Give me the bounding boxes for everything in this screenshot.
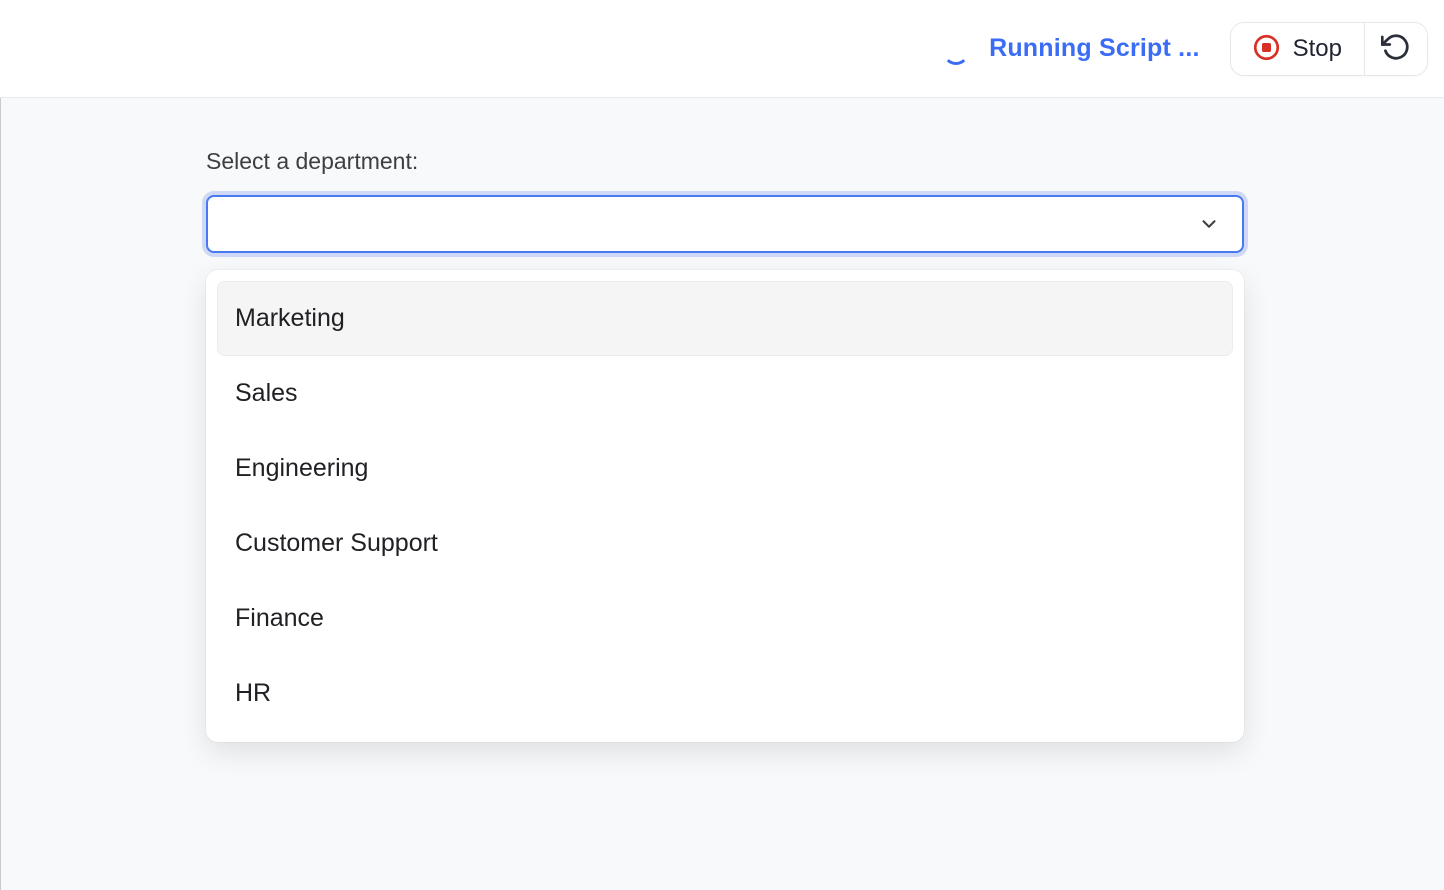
screen: Running Script ... Stop xyxy=(0,0,1444,890)
script-controls-group: Stop xyxy=(1230,22,1428,76)
dropdown-option-sales[interactable]: Sales xyxy=(217,356,1233,431)
stop-button-label: Stop xyxy=(1293,35,1342,63)
loading-spinner-icon xyxy=(943,39,969,65)
script-status: Running Script ... xyxy=(943,33,1200,65)
stop-icon xyxy=(1253,34,1280,64)
dropdown-option-hr[interactable]: HR xyxy=(217,656,1233,731)
dropdown-option-engineering[interactable]: Engineering xyxy=(217,431,1233,506)
dropdown-option-marketing[interactable]: Marketing xyxy=(217,281,1233,356)
dropdown-option-customer-support[interactable]: Customer Support xyxy=(217,506,1233,581)
topbar: Running Script ... Stop xyxy=(0,0,1444,98)
reset-button[interactable] xyxy=(1365,23,1427,75)
stop-button[interactable]: Stop xyxy=(1231,23,1364,75)
department-dropdown-panel: Marketing Sales Engineering Customer Sup… xyxy=(206,270,1244,742)
department-select[interactable] xyxy=(206,195,1244,253)
dropdown-option-finance[interactable]: Finance xyxy=(217,581,1233,656)
department-select-label: Select a department: xyxy=(206,148,1444,175)
reset-icon xyxy=(1381,32,1411,65)
status-text: Running Script ... xyxy=(989,34,1200,63)
chevron-down-icon xyxy=(1198,213,1220,235)
main-content: Select a department: Marketing Sales Eng… xyxy=(0,98,1444,890)
